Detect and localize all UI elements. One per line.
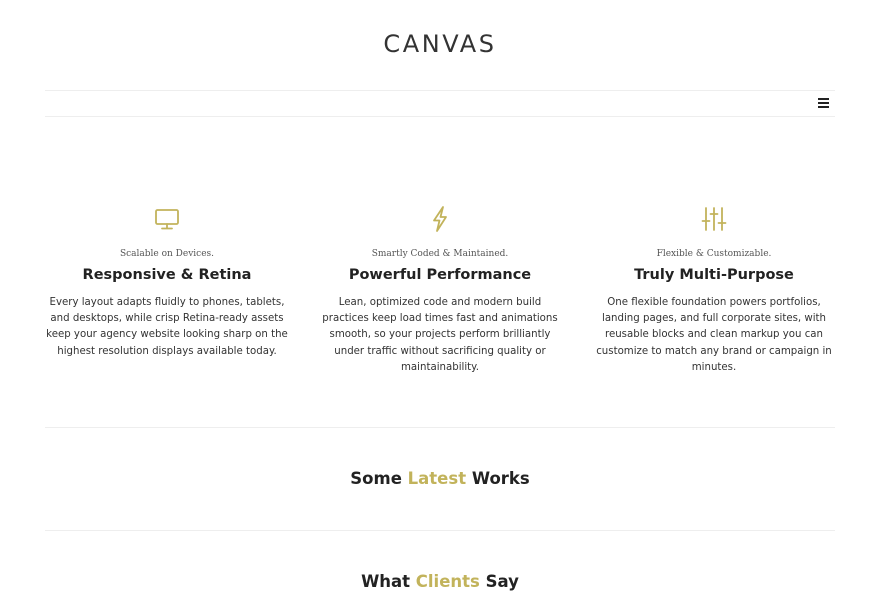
monitor-icon <box>155 209 179 230</box>
lightning-icon <box>433 206 447 232</box>
feature-title: Powerful Performance <box>348 267 532 283</box>
sliders-icon <box>701 207 727 231</box>
feature-tagline: Flexible & Customizable. <box>656 249 772 259</box>
section-divider <box>45 530 835 531</box>
heading-accent-text: Clients <box>415 572 480 591</box>
heading-text: What <box>361 572 411 591</box>
primary-nav-bar <box>45 90 835 117</box>
heading-text: Some <box>350 469 402 488</box>
feature-multipurpose: Flexible & Customizable. Truly Multi-Pur… <box>592 205 836 376</box>
heading-text: Say <box>485 572 519 591</box>
latest-works-heading: Some Latest Works <box>0 468 880 490</box>
feature-tagline: Smartly Coded & Maintained. <box>371 249 509 259</box>
feature-description: Lean, optimized code and modern build pr… <box>322 297 558 373</box>
feature-description: Every layout adapts fluidly to phones, t… <box>46 297 288 357</box>
section-divider <box>45 427 835 428</box>
feature-title: Truly Multi-Purpose <box>634 267 794 283</box>
feature-responsive: Scalable on Devices. Responsive & Retina… <box>45 205 289 360</box>
heading-text: Works <box>471 469 530 488</box>
feature-title: Responsive & Retina <box>82 267 252 283</box>
heading-accent-text: Latest <box>407 469 467 488</box>
clients-say-heading: What Clients Say <box>0 571 880 593</box>
feature-description: One flexible foundation powers portfolio… <box>596 297 832 373</box>
hamburger-menu-icon[interactable] <box>818 98 829 108</box>
site-logo[interactable]: CANVAS <box>0 29 880 59</box>
feature-tagline: Scalable on Devices. <box>119 249 215 259</box>
feature-performance: Smartly Coded & Maintained. Powerful Per… <box>318 205 562 376</box>
